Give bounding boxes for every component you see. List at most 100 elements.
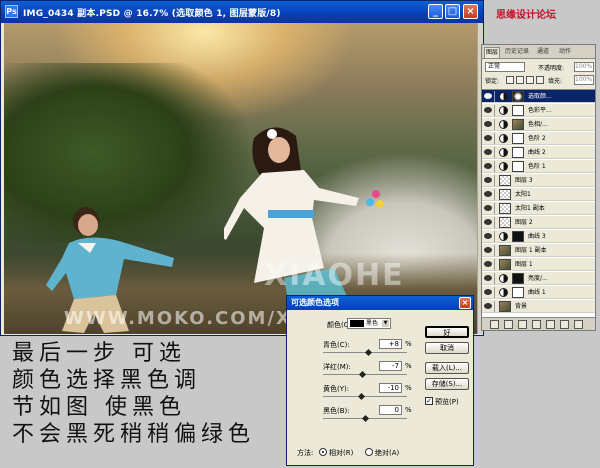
layer-row[interactable]: 亮度/... (482, 272, 595, 285)
slider-value-input[interactable]: +8 (379, 339, 402, 349)
layer-mask-thumbnail[interactable] (512, 147, 524, 158)
layer-row[interactable]: 色彩平... (482, 104, 595, 117)
trash-icon[interactable] (574, 320, 583, 329)
instruction-line: 不会黑死稍稍偏绿色 (12, 422, 256, 447)
layer-mask-thumbnail[interactable] (512, 91, 524, 102)
layer-row[interactable]: 图层 2 (482, 216, 595, 229)
close-button[interactable]: × (463, 4, 478, 19)
opacity-input[interactable]: 100% (574, 62, 594, 72)
layer-mask-thumbnail[interactable] (512, 287, 524, 298)
layer-mask-thumbnail[interactable] (512, 105, 524, 116)
adjustment-layer-icon (499, 106, 508, 115)
layer-row[interactable]: 色阶 2 (482, 132, 595, 145)
layer-row[interactable]: 选取颜... (482, 90, 595, 103)
layer-row[interactable]: 色阶 1 (482, 160, 595, 173)
layer-row[interactable]: 色相/... (482, 118, 595, 131)
layer-row[interactable]: 图层 1 (482, 258, 595, 271)
layer-row[interactable]: 曲线 1 (482, 286, 595, 299)
slider-thumb[interactable] (359, 370, 367, 379)
lock-paint-icon[interactable] (516, 76, 524, 84)
link-layers-icon[interactable] (490, 320, 499, 329)
slider-value-input[interactable]: -10 (379, 383, 402, 393)
new-adjustment-icon[interactable] (532, 320, 541, 329)
eye-icon[interactable] (484, 289, 492, 295)
layer-thumbnail[interactable] (499, 189, 511, 200)
eye-icon[interactable] (484, 261, 492, 267)
lock-move-icon[interactable] (526, 76, 534, 84)
ok-button[interactable]: 好 (425, 326, 469, 338)
layer-thumbnail[interactable] (499, 217, 511, 228)
eye-icon[interactable] (484, 247, 492, 253)
slider-thumb[interactable] (365, 348, 373, 357)
tab-channels[interactable]: 通道 (536, 47, 550, 58)
layer-thumbnail[interactable] (499, 245, 511, 256)
slider-thumb[interactable] (357, 392, 365, 401)
layer-row[interactable]: 背景 (482, 300, 595, 313)
eye-icon[interactable] (484, 121, 492, 127)
lock-all-icon[interactable] (536, 76, 544, 84)
layer-thumbnail[interactable] (499, 301, 511, 312)
tab-layers[interactable]: 图层 (484, 47, 501, 58)
cancel-button[interactable]: 取消 (425, 342, 469, 354)
layer-row[interactable]: 曲线 3 (482, 230, 595, 243)
layer-name: 太阳1 (515, 191, 531, 198)
layer-mask-thumbnail[interactable] (512, 231, 524, 242)
layer-style-icon[interactable] (504, 320, 513, 329)
add-mask-icon[interactable] (518, 320, 527, 329)
layer-mask-thumbnail[interactable] (512, 133, 524, 144)
layer-row[interactable]: 太阳1 (482, 188, 595, 201)
eye-icon[interactable] (484, 107, 492, 113)
save-button[interactable]: 存储(S)... (425, 378, 469, 390)
eye-icon[interactable] (484, 275, 492, 281)
layer-thumbnail[interactable] (499, 175, 511, 186)
dialog-titlebar[interactable]: 可选颜色选项 × (287, 296, 473, 310)
eye-icon[interactable] (484, 191, 492, 197)
eye-icon[interactable] (484, 135, 492, 141)
dialog-close-button[interactable]: × (459, 297, 471, 309)
layer-divider (494, 147, 495, 158)
eye-icon[interactable] (484, 177, 492, 183)
layer-name: 色彩平... (528, 107, 552, 114)
layer-row[interactable]: 图层 3 (482, 174, 595, 187)
layer-thumbnail[interactable] (499, 203, 511, 214)
document-titlebar[interactable]: Ps IMG_0434 副本.PSD @ 16.7% (选取颜色 1, 图层蒙版… (1, 1, 483, 23)
layer-divider (494, 105, 495, 116)
eye-icon[interactable] (484, 149, 492, 155)
lock-transparency-icon[interactable] (506, 76, 514, 84)
slider-label: 青色(C): (323, 341, 350, 349)
layer-list: 选取颜... 色彩平... 色相/... 色阶 2 曲线 2 色阶 1 图层 3 太阳1 太阳1… (482, 89, 595, 317)
minimize-button[interactable]: _ (428, 4, 443, 19)
percent-unit: % (405, 362, 412, 370)
blend-mode-select[interactable]: 正常 (485, 62, 525, 72)
maximize-button[interactable]: □ (445, 4, 460, 19)
preview-checkbox[interactable]: ✓ (425, 397, 433, 405)
method-absolute-radio[interactable] (365, 448, 373, 456)
layer-row[interactable]: 曲线 2 (482, 146, 595, 159)
load-button[interactable]: 载入(L)... (425, 362, 469, 374)
colors-select[interactable]: 黑色 ▼ (347, 318, 391, 329)
canvas-photo[interactable]: XIAOHE WWW.MOKO.COM/XIAOHE (4, 23, 477, 334)
layer-divider (494, 301, 495, 312)
layer-row[interactable]: 太阳1 副本 (482, 202, 595, 215)
layer-thumbnail[interactable] (499, 259, 511, 270)
eye-icon[interactable] (484, 163, 492, 169)
layer-mask-thumbnail[interactable] (512, 273, 524, 284)
new-group-icon[interactable] (546, 320, 555, 329)
tab-history[interactable]: 历史记录 (504, 47, 530, 58)
tab-actions[interactable]: 动作 (558, 47, 572, 58)
eye-icon[interactable] (484, 205, 492, 211)
slider-value-input[interactable]: 0 (379, 405, 402, 415)
slider-value-input[interactable]: -7 (379, 361, 402, 371)
layer-row[interactable]: 图层 1 副本 (482, 244, 595, 257)
layer-divider (494, 119, 495, 130)
layer-mask-thumbnail[interactable] (512, 119, 524, 130)
fill-input[interactable]: 100% (574, 75, 594, 85)
new-layer-icon[interactable] (560, 320, 569, 329)
layer-mask-thumbnail[interactable] (512, 161, 524, 172)
eye-icon[interactable] (484, 93, 492, 99)
eye-icon[interactable] (484, 233, 492, 239)
eye-icon[interactable] (484, 219, 492, 225)
method-relative-radio[interactable] (319, 448, 327, 456)
slider-thumb[interactable] (361, 414, 370, 423)
eye-icon[interactable] (484, 303, 492, 309)
